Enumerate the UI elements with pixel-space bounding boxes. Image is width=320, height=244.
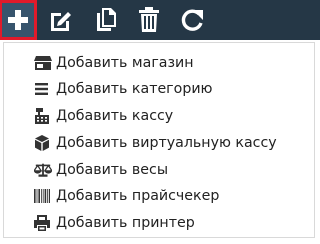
menu-item-add-store[interactable]: Добавить магазин: [34, 52, 194, 74]
cash-register-icon: [34, 108, 52, 124]
store-icon: [34, 55, 52, 71]
copy-button[interactable]: [90, 4, 122, 36]
edit-icon: [51, 12, 71, 31]
barcode-icon: [34, 188, 52, 204]
delete-button[interactable]: [133, 4, 165, 36]
menu-item-label: Добавить весы: [56, 162, 169, 178]
add-dropdown-menu: Добавить магазин Добавить категорию Доба…: [3, 42, 315, 238]
menu-item-label: Добавить виртуальную кассу: [56, 135, 277, 151]
scale-icon: [34, 162, 52, 178]
list-icon: [34, 81, 52, 97]
menu-item-label: Добавить категорию: [56, 81, 213, 97]
cube-icon: [34, 135, 52, 151]
plus-icon: [8, 10, 28, 30]
menu-item-add-virtual-cash-register[interactable]: Добавить виртуальную кассу: [34, 132, 277, 154]
refresh-icon: [181, 9, 203, 31]
menu-item-label: Добавить кассу: [56, 108, 174, 124]
menu-item-label: Добавить прайсчекер: [56, 188, 220, 204]
copy-icon: [97, 8, 116, 31]
trash-icon: [139, 7, 159, 32]
menu-item-add-scales[interactable]: Добавить весы: [34, 159, 168, 181]
menu-item-add-category[interactable]: Добавить категорию: [34, 78, 213, 100]
menu-item-add-cash-register[interactable]: Добавить кассу: [34, 105, 173, 127]
toolbar: [0, 0, 320, 40]
add-button[interactable]: [0, 0, 37, 40]
refresh-button[interactable]: [176, 4, 208, 36]
menu-item-add-price-checker[interactable]: Добавить прайсчекер: [34, 185, 219, 207]
printer-icon: [34, 215, 52, 231]
menu-item-label: Добавить магазин: [56, 55, 194, 71]
menu-item-add-printer[interactable]: Добавить принтер: [34, 212, 195, 234]
edit-button[interactable]: [44, 4, 76, 36]
menu-item-label: Добавить принтер: [56, 215, 195, 231]
